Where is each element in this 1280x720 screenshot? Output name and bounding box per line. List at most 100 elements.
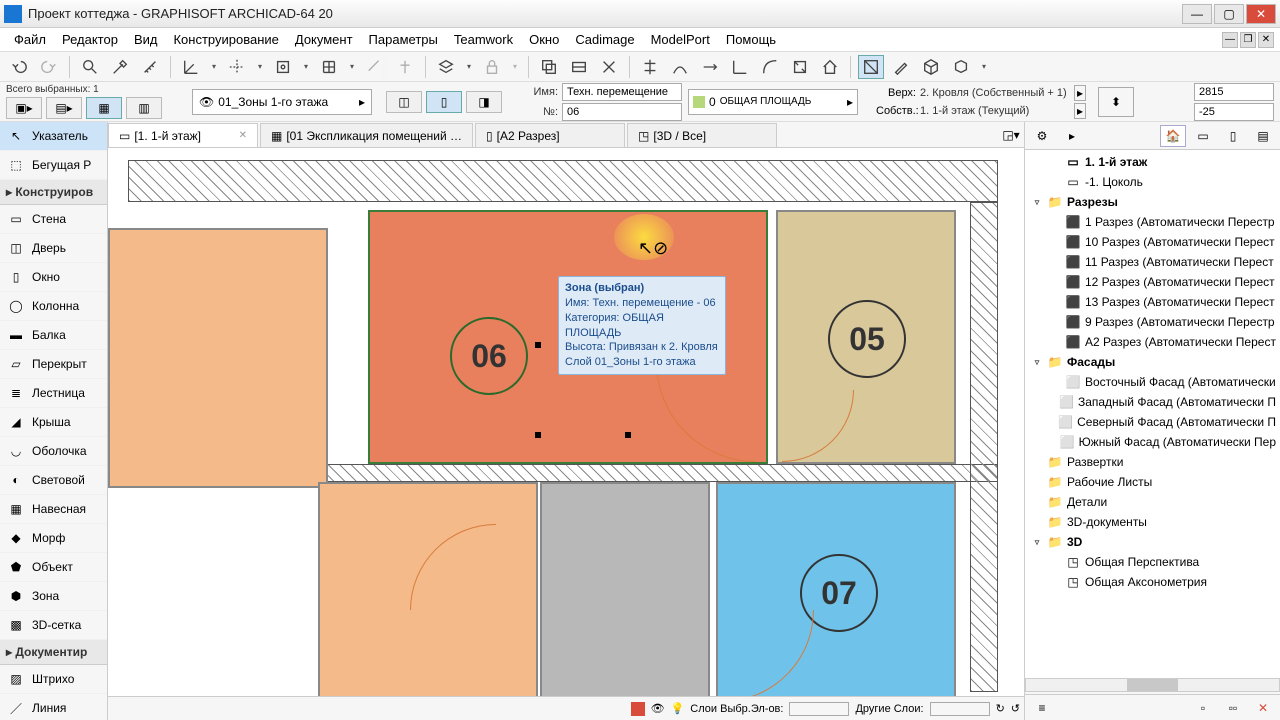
menu-modelport[interactable]: ModelPort	[643, 30, 718, 49]
expand-icon[interactable]: ▿	[1031, 537, 1043, 548]
layers-button[interactable]	[433, 55, 459, 79]
home-button[interactable]	[817, 55, 843, 79]
tool-window[interactable]: ▯Окно	[0, 263, 107, 292]
mdi-minimize-button[interactable]: —	[1222, 32, 1238, 48]
nav-dropdown-button[interactable]: ▸	[1059, 125, 1085, 147]
tool-beam[interactable]: ▬Балка	[0, 321, 107, 350]
tab-floor1[interactable]: ▭[1. 1-й этаж]✕	[108, 123, 258, 147]
tool-group-header[interactable]: ▸ Конструиров	[0, 180, 107, 205]
sel-settings-button[interactable]: ▣▸	[6, 97, 42, 119]
menu-document[interactable]: Документ	[287, 30, 361, 49]
find-select-button[interactable]	[77, 55, 103, 79]
coord-mode-button[interactable]	[178, 55, 204, 79]
nav-settings-button[interactable]: ⚙	[1029, 125, 1055, 147]
menu-cadimage[interactable]: Cadimage	[567, 30, 642, 49]
geometry-method-2[interactable]: ▯	[426, 91, 462, 113]
suspend-button[interactable]	[596, 55, 622, 79]
mdi-close-button[interactable]: ✕	[1258, 32, 1274, 48]
tab-section[interactable]: ▯[А2 Разрез]	[475, 123, 625, 147]
tool-line[interactable]: ／Линия	[0, 694, 107, 720]
lock-button[interactable]	[479, 55, 505, 79]
layer-dropdown[interactable]: 👁 01_Зоны 1-го этажа ▸	[192, 89, 372, 115]
tool-shell[interactable]: ◡Оболочка	[0, 437, 107, 466]
intersect-button[interactable]	[727, 55, 753, 79]
tree-item[interactable]: ▿📁Разрезы	[1025, 192, 1280, 212]
tool-zone[interactable]: ⬢Зона	[0, 582, 107, 611]
tree-item[interactable]: ⬛11 Разрез (Автоматически Перест	[1025, 252, 1280, 272]
navigator-tree[interactable]: ▭1. 1-й этаж▭-1. Цоколь▿📁Разрезы⬛1 Разре…	[1025, 150, 1280, 680]
undo-button[interactable]	[6, 55, 32, 79]
trim-button[interactable]	[637, 55, 663, 79]
tree-item[interactable]: ⬛10 Разрез (Автоматически Перест	[1025, 232, 1280, 252]
tree-item[interactable]: ▿📁3D	[1025, 532, 1280, 552]
redo-button[interactable]	[36, 55, 62, 79]
menu-help[interactable]: Помощь	[718, 30, 784, 49]
tree-item[interactable]: ▿📁Фасады	[1025, 352, 1280, 372]
expand-icon[interactable]: ▿	[1031, 357, 1043, 368]
pick-button[interactable]	[107, 55, 133, 79]
tree-item[interactable]: ⬛1 Разрез (Автоматически Перестр	[1025, 212, 1280, 232]
tree-item[interactable]: ◳Общая Перспектива	[1025, 552, 1280, 572]
tool-roof[interactable]: ◢Крыша	[0, 408, 107, 437]
tree-item[interactable]: ⬜Восточный Фасад (Автоматически	[1025, 372, 1280, 392]
menu-file[interactable]: Файл	[6, 30, 54, 49]
fillet-button[interactable]	[757, 55, 783, 79]
minimize-button[interactable]: —	[1182, 4, 1212, 24]
tool-stair[interactable]: ≣Лестница	[0, 379, 107, 408]
tree-item[interactable]: ⬜Северный Фасад (Автоматически П	[1025, 412, 1280, 432]
tool-column[interactable]: ◯Колонна	[0, 292, 107, 321]
sel-preset-button[interactable]: ▥	[126, 97, 162, 119]
category-dropdown[interactable]: 0 ОБЩАЯ ПЛОЩАДЬ ▸	[688, 89, 858, 115]
edit-selection-button[interactable]	[888, 55, 914, 79]
show-3d-button[interactable]	[948, 55, 974, 79]
tree-item[interactable]: 📁Рабочие Листы	[1025, 472, 1280, 492]
align-button[interactable]	[392, 55, 418, 79]
nav-dup-button[interactable]: ▫▫	[1220, 696, 1246, 720]
floor-link-icon[interactable]: ⬍	[1098, 87, 1134, 117]
menu-view[interactable]: Вид	[126, 30, 166, 49]
tool-marquee[interactable]: ⬚Бегущая Р	[0, 151, 107, 180]
nav-tab-layouts[interactable]: ▯	[1220, 125, 1246, 147]
grid-button[interactable]	[316, 55, 342, 79]
tool-morph[interactable]: ◆Морф	[0, 524, 107, 553]
zone-no-input[interactable]	[562, 103, 682, 121]
geometry-method-3[interactable]: ◨	[466, 91, 502, 113]
geometry-method-1[interactable]: ◫	[386, 91, 422, 113]
menu-edit[interactable]: Редактор	[54, 30, 126, 49]
nav-del-button[interactable]: ✕	[1250, 696, 1276, 720]
measure-button[interactable]	[137, 55, 163, 79]
tree-item[interactable]: ⬛13 Разрез (Автоматически Перест	[1025, 292, 1280, 312]
nav-tab-project[interactable]: 🏠	[1160, 125, 1186, 147]
tool-mesh[interactable]: ▩3D-сетка	[0, 611, 107, 640]
snap-button[interactable]	[270, 55, 296, 79]
tool-object[interactable]: ⬟Объект	[0, 553, 107, 582]
nav-tab-views[interactable]: ▭	[1190, 125, 1216, 147]
floor-up-picker[interactable]: ▸	[1074, 85, 1086, 101]
nav-prop-button[interactable]: ≡	[1029, 696, 1055, 720]
eye-toggle-icon[interactable]: 👁	[651, 702, 665, 715]
tool-wall[interactable]: ▭Стена	[0, 205, 107, 234]
tab-schedule[interactable]: ▦[01 Экспликация помещений …	[260, 123, 473, 147]
tree-item[interactable]: ◳Общая Аксонометрия	[1025, 572, 1280, 592]
tree-item[interactable]: ⬜Южный Фасад (Автоматически Пер	[1025, 432, 1280, 452]
tool-fill[interactable]: ▨Штрихо	[0, 665, 107, 694]
tool-group-header[interactable]: ▸ Документир	[0, 640, 107, 665]
tab-close-button[interactable]: ✕	[239, 130, 247, 141]
tab-overview-button[interactable]: ◲▾	[998, 123, 1024, 147]
sel-layers-swatch[interactable]	[789, 702, 849, 716]
sel-deselect-button[interactable]: ▤▸	[46, 97, 82, 119]
tree-item[interactable]: ▭-1. Цоколь	[1025, 172, 1280, 192]
tree-item[interactable]: ⬜Западный Фасад (Автоматически П	[1025, 392, 1280, 412]
menu-options[interactable]: Параметры	[361, 30, 446, 49]
other-layers-swatch[interactable]	[930, 702, 990, 716]
tool-curtain[interactable]: ▦Навесная	[0, 495, 107, 524]
tree-item[interactable]: 📁Детали	[1025, 492, 1280, 512]
refresh-icon[interactable]: ↻	[996, 702, 1005, 715]
floor-own-picker[interactable]: ▸	[1074, 103, 1086, 119]
trace-button[interactable]	[536, 55, 562, 79]
menu-window[interactable]: Окно	[521, 30, 567, 49]
tool-door[interactable]: ◫Дверь	[0, 234, 107, 263]
tree-item[interactable]: ⬛А2 Разрез (Автоматически Перест	[1025, 332, 1280, 352]
guideline-button[interactable]	[224, 55, 250, 79]
menu-design[interactable]: Конструирование	[165, 30, 286, 49]
